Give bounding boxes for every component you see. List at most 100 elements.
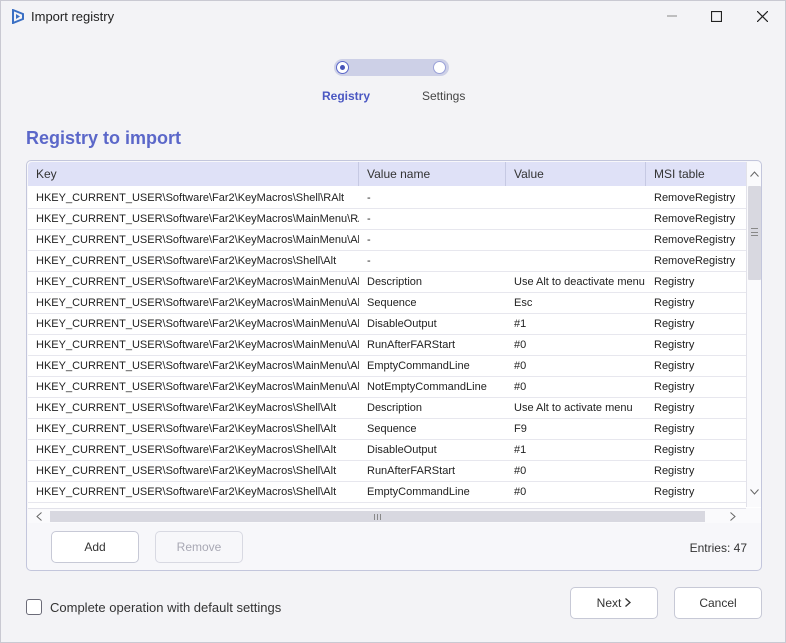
add-button[interactable]: Add: [51, 531, 139, 563]
table-cell-value: #0: [514, 339, 527, 351]
table-cell-value: #0: [514, 360, 527, 372]
table-cell-msi-table: Registry: [654, 381, 695, 393]
grip-icon: [374, 514, 381, 520]
table-cell-value-name: -: [367, 192, 371, 204]
table-cell-value-name: -: [367, 255, 371, 267]
section-title: Registry to import: [26, 128, 182, 148]
table-row[interactable]: HKEY_CURRENT_USER\Software\Far2\KeyMacro…: [28, 209, 746, 230]
chevron-up-icon: [750, 171, 759, 177]
maximize-button[interactable]: [693, 1, 739, 31]
chevron-left-icon: [36, 512, 42, 521]
scroll-up-button[interactable]: [747, 166, 761, 180]
table-cell-msi-table: Registry: [654, 465, 695, 477]
table-cell-key: HKEY_CURRENT_USER\Software\Far2\KeyMacro…: [36, 360, 359, 372]
table-cell-key: HKEY_CURRENT_USER\Software\Far2\KeyMacro…: [36, 465, 337, 477]
remove-button[interactable]: Remove: [155, 531, 243, 563]
table-cell-value-name: RunAfterFARStart: [367, 339, 456, 351]
table-row[interactable]: HKEY_CURRENT_USER\Software\Far2\KeyMacro…: [28, 251, 746, 272]
vertical-scroll-thumb[interactable]: [748, 186, 761, 280]
table-row[interactable]: HKEY_CURRENT_USER\Software\Far2\KeyMacro…: [28, 440, 746, 461]
window-title: Import registry: [31, 9, 115, 24]
close-button[interactable]: [739, 1, 785, 31]
grip-icon: [751, 228, 758, 236]
column-header-msi-table[interactable]: MSI table: [646, 162, 746, 186]
default-settings-label[interactable]: Complete operation with default settings: [50, 600, 281, 615]
column-header-key[interactable]: Key: [28, 162, 359, 186]
vertical-scrollbar[interactable]: [746, 162, 761, 507]
table-cell-msi-table: Registry: [654, 444, 695, 456]
table-cell-msi-table: Registry: [654, 486, 695, 498]
scroll-right-button[interactable]: [726, 510, 740, 523]
table-cell-key: HKEY_CURRENT_USER\Software\Far2\KeyMacro…: [36, 339, 359, 351]
scroll-left-button[interactable]: [32, 510, 46, 523]
table-cell-value-name: RunAfterFARStart: [367, 465, 456, 477]
next-button[interactable]: Next: [570, 587, 658, 619]
table-row[interactable]: HKEY_CURRENT_USER\Software\Far2\KeyMacro…: [28, 377, 746, 398]
table-cell-msi-table: RemoveRegistry: [654, 234, 736, 246]
table-cell-value: Use Alt to deactivate menu: [514, 276, 645, 288]
horizontal-scrollbar[interactable]: [28, 508, 746, 523]
stepper: [334, 59, 449, 76]
table-row[interactable]: HKEY_CURRENT_USER\Software\Far2\KeyMacro…: [28, 272, 746, 293]
table-row[interactable]: HKEY_CURRENT_USER\Software\Far2\KeyMacro…: [28, 314, 746, 335]
table-row[interactable]: HKEY_CURRENT_USER\Software\Far2\KeyMacro…: [28, 419, 746, 440]
table-cell-msi-table: Registry: [654, 318, 695, 330]
column-header-value[interactable]: Value: [506, 162, 646, 186]
step-indicator-registry: [336, 61, 349, 74]
next-label: Next: [596, 596, 622, 610]
table-cell-msi-table: RemoveRegistry: [654, 192, 736, 204]
step-label-registry: Registry: [322, 89, 371, 103]
table-row[interactable]: HKEY_CURRENT_USER\Software\Far2\KeyMacro…: [28, 335, 746, 356]
table-row[interactable]: HKEY_CURRENT_USER\Software\Far2\KeyMacro…: [28, 398, 746, 419]
table-cell-key: HKEY_CURRENT_USER\Software\Far2\KeyMacro…: [36, 423, 337, 435]
table-cell-value-name: EmptyCommandLine: [367, 486, 470, 498]
table-cell-msi-table: Registry: [654, 339, 695, 351]
minimize-button[interactable]: [649, 1, 695, 31]
maximize-icon: [710, 10, 722, 22]
table-row[interactable]: HKEY_CURRENT_USER\Software\Far2\KeyMacro…: [28, 293, 746, 314]
table-cell-key: HKEY_CURRENT_USER\Software\Far2\KeyMacro…: [36, 192, 345, 204]
table-cell-key: HKEY_CURRENT_USER\Software\Far2\KeyMacro…: [36, 381, 359, 393]
step-label-settings: Settings: [422, 89, 466, 103]
table-row[interactable]: HKEY_CURRENT_USER\Software\Far2\KeyMacro…: [28, 356, 746, 377]
chevron-down-icon: [750, 489, 759, 495]
table-cell-value: [506, 251, 646, 272]
horizontal-scroll-thumb[interactable]: [50, 511, 705, 522]
minimize-icon: [667, 15, 677, 17]
table-row[interactable]: HKEY_CURRENT_USER\Software\Far2\KeyMacro…: [28, 230, 746, 251]
cancel-button[interactable]: Cancel: [674, 587, 762, 619]
table-row[interactable]: HKEY_CURRENT_USER\Software\Far2\KeyMacro…: [28, 482, 746, 503]
registry-table[interactable]: Key Value name Value MSI table HKEY_CURR…: [28, 162, 761, 523]
scroll-down-button[interactable]: [747, 484, 761, 498]
table-cell-value: [506, 209, 646, 230]
table-cell-value-name: -: [367, 234, 371, 246]
column-header-value-name[interactable]: Value name: [359, 162, 506, 186]
table-row[interactable]: HKEY_CURRENT_USER\Software\Far2\KeyMacro…: [28, 188, 746, 209]
table-cell-value: #0: [514, 465, 527, 477]
chevron-right-icon: [730, 512, 736, 521]
table-cell-key: HKEY_CURRENT_USER\Software\Far2\KeyMacro…: [36, 234, 359, 246]
table-cell-value: F9: [514, 423, 527, 435]
table-cell-msi-table: RemoveRegistry: [654, 213, 736, 225]
registry-panel: Key Value name Value MSI table HKEY_CURR…: [26, 160, 762, 571]
table-cell-key: HKEY_CURRENT_USER\Software\Far2\KeyMacro…: [36, 297, 359, 309]
table-cell-msi-table: Registry: [654, 297, 695, 309]
table-cell-key: HKEY_CURRENT_USER\Software\Far2\KeyMacro…: [36, 255, 337, 267]
step-indicator-settings: [433, 61, 446, 74]
table-cell-value-name: Description: [367, 276, 423, 288]
table-cell-msi-table: Registry: [654, 402, 695, 414]
table-header: Key Value name Value MSI table: [28, 162, 746, 186]
table-cell-value-name: Description: [367, 402, 423, 414]
title-bar: Import registry: [1, 1, 785, 33]
app-logo-icon: [12, 9, 24, 24]
table-cell-msi-table: Registry: [654, 360, 695, 372]
table-row[interactable]: HKEY_CURRENT_USER\Software\Far2\KeyMacro…: [28, 461, 746, 482]
table-cell-value: #1: [514, 318, 527, 330]
table-cell-value-name: Sequence: [367, 297, 417, 309]
table-cell-key: HKEY_CURRENT_USER\Software\Far2\KeyMacro…: [36, 318, 359, 330]
table-cell-key: HKEY_CURRENT_USER\Software\Far2\KeyMacro…: [36, 402, 337, 414]
default-settings-checkbox[interactable]: [26, 599, 42, 615]
table-cell-value: Esc: [514, 297, 533, 309]
table-cell-value: #0: [514, 381, 527, 393]
table-cell-value: #0: [514, 486, 527, 498]
